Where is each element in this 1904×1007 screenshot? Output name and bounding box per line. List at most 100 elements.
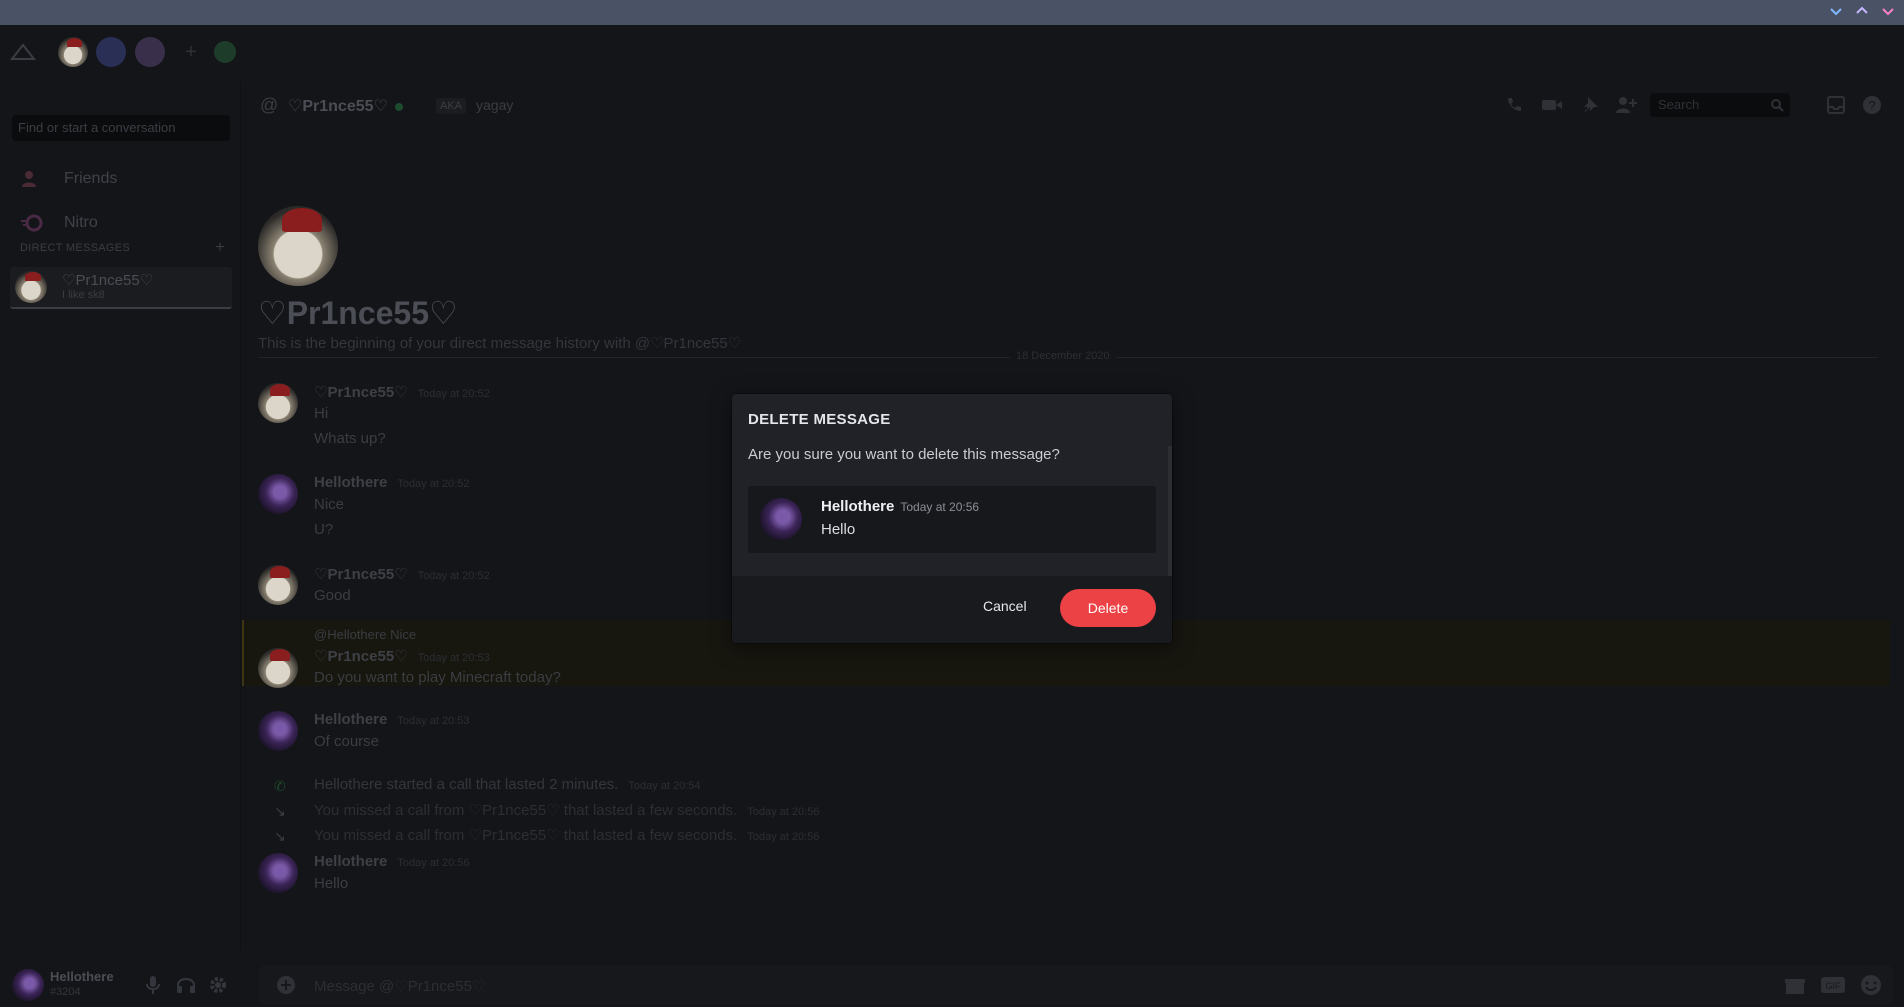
add-server-icon[interactable]: + bbox=[176, 37, 206, 67]
maximize-icon[interactable] bbox=[1854, 3, 1870, 19]
message-author[interactable]: Hellothere Today at 20:53 bbox=[314, 711, 470, 728]
date-divider: 18 December 2020 bbox=[1010, 350, 1116, 362]
username: Hellothere bbox=[50, 969, 114, 984]
message-author[interactable]: Hellothere Today at 20:56 bbox=[314, 853, 470, 870]
create-dm-icon[interactable]: + bbox=[215, 240, 225, 256]
message-text: Hi bbox=[314, 405, 329, 422]
message-input-placeholder: Message @♡Pr1nce55♡ bbox=[314, 978, 486, 995]
pin-icon[interactable] bbox=[1580, 95, 1600, 115]
avatar bbox=[760, 498, 802, 540]
dm-status: I like sk8 bbox=[62, 289, 105, 301]
message-author[interactable]: ♡Pr1nce55♡ Today at 20:53 bbox=[314, 647, 490, 665]
dm-section-header: DIRECT MESSAGES + bbox=[20, 240, 225, 256]
window-titlebar bbox=[0, 0, 1904, 25]
settings-gear-icon[interactable] bbox=[208, 975, 228, 995]
message-text: Nice bbox=[314, 496, 345, 513]
phone-call-icon[interactable] bbox=[1504, 95, 1524, 115]
avatar bbox=[15, 271, 47, 303]
sidebar-item-nitro[interactable]: Nitro bbox=[20, 211, 98, 235]
channel-header: @ ♡Pr1nce55♡ AKA yagay Search ? bbox=[258, 81, 1904, 131]
message-timestamp: Today at 20:56 bbox=[747, 806, 820, 818]
reply-preview[interactable]: @Hellothere Nice bbox=[314, 627, 416, 642]
attach-plus-icon[interactable] bbox=[276, 975, 296, 995]
intro-title: ♡Pr1nce55♡ bbox=[258, 295, 458, 331]
headphones-icon[interactable] bbox=[176, 975, 196, 995]
svg-text:GIF: GIF bbox=[1826, 981, 1842, 991]
find-conversation-input[interactable]: Find or start a conversation bbox=[12, 115, 230, 141]
avatar bbox=[258, 853, 298, 893]
system-message: Hellothere started a call that lasted 2 … bbox=[314, 776, 701, 793]
preview-author: Hellothere Today at 20:56 bbox=[821, 498, 980, 515]
search-input[interactable]: Search bbox=[1650, 93, 1790, 117]
preview-timestamp: Today at 20:56 bbox=[900, 500, 980, 514]
intro-text: This is the beginning of your direct mes… bbox=[258, 335, 742, 352]
gift-icon[interactable] bbox=[1784, 975, 1806, 995]
message-timestamp: Today at 20:53 bbox=[417, 652, 490, 664]
online-status-icon bbox=[395, 103, 403, 111]
message-text: Whats up? bbox=[314, 430, 386, 447]
minimize-icon[interactable] bbox=[1828, 3, 1844, 19]
missed-call-icon: ↘ bbox=[274, 803, 286, 819]
message-author[interactable]: ♡Pr1nce55♡ Today at 20:52 bbox=[314, 565, 490, 583]
video-call-icon[interactable] bbox=[1541, 95, 1563, 115]
home-icon[interactable] bbox=[8, 37, 38, 67]
message-text: Of course bbox=[314, 733, 380, 750]
message-text: Do you want to play Minecraft today? bbox=[314, 669, 561, 686]
dm-name: ♡Pr1nce55♡ bbox=[62, 272, 154, 289]
avatar bbox=[258, 383, 298, 423]
missed-call-icon: ↘ bbox=[274, 828, 286, 844]
close-icon[interactable] bbox=[1880, 3, 1896, 19]
sidebar-item-friends[interactable]: Friends bbox=[20, 167, 117, 191]
message-author[interactable]: Hellothere Today at 20:52 bbox=[314, 474, 470, 491]
user-panel: Hellothere #3204 bbox=[0, 965, 240, 1007]
dm-item[interactable]: ♡Pr1nce55♡ I like sk8 bbox=[10, 267, 232, 309]
user-tag: #3204 bbox=[50, 986, 81, 998]
add-friend-icon[interactable] bbox=[1615, 95, 1637, 115]
dialog-title: DELETE MESSAGE bbox=[748, 411, 891, 428]
message-timestamp: Today at 20:56 bbox=[397, 857, 470, 869]
dialog-body: Are you sure you want to delete this mes… bbox=[748, 446, 1060, 463]
delete-message-dialog: DELETE MESSAGE Are you sure you want to … bbox=[732, 394, 1172, 643]
friends-icon bbox=[22, 171, 36, 187]
message-timestamp: Today at 20:56 bbox=[747, 831, 820, 843]
sidebar-item-label: Nitro bbox=[64, 214, 98, 231]
message-text: Good bbox=[314, 587, 351, 604]
system-message: You missed a call from ♡Pr1nce55♡ that l… bbox=[314, 827, 820, 844]
explore-icon[interactable] bbox=[214, 41, 236, 63]
avatar bbox=[258, 474, 298, 514]
avatar bbox=[258, 565, 298, 605]
message-timestamp: Today at 20:52 bbox=[397, 478, 470, 490]
emoji-icon[interactable] bbox=[1860, 974, 1882, 996]
avatar bbox=[258, 648, 298, 688]
message-timestamp: Today at 20:52 bbox=[417, 570, 490, 582]
svg-text:?: ? bbox=[1868, 98, 1875, 113]
inbox-icon[interactable] bbox=[1826, 95, 1846, 115]
cancel-button[interactable]: Cancel bbox=[977, 597, 1033, 615]
message-timestamp: Today at 20:53 bbox=[397, 715, 470, 727]
help-icon[interactable]: ? bbox=[1862, 95, 1882, 115]
gif-icon[interactable]: GIF bbox=[1820, 975, 1846, 995]
dm-header-label: DIRECT MESSAGES bbox=[20, 242, 131, 254]
dialog-footer: Cancel Delete bbox=[732, 576, 1172, 643]
message-author[interactable]: ♡Pr1nce55♡ Today at 20:52 bbox=[314, 383, 490, 401]
server-avatar[interactable] bbox=[135, 37, 165, 67]
avatar bbox=[258, 711, 298, 751]
server-avatar[interactable] bbox=[96, 37, 126, 67]
search-placeholder: Search bbox=[1658, 97, 1700, 112]
server-bar: + bbox=[0, 25, 1904, 81]
avatar[interactable] bbox=[12, 969, 44, 1001]
delete-button[interactable]: Delete bbox=[1060, 589, 1156, 627]
dialog-scrollbar[interactable] bbox=[1168, 446, 1172, 576]
aka-badge: AKA bbox=[436, 98, 467, 114]
system-message: You missed a call from ♡Pr1nce55♡ that l… bbox=[314, 802, 820, 819]
search-icon bbox=[1771, 99, 1784, 112]
microphone-icon[interactable] bbox=[146, 975, 160, 995]
sidebar-item-label: Friends bbox=[64, 170, 118, 187]
aka-value: yagay bbox=[476, 97, 514, 113]
server-avatar[interactable] bbox=[58, 37, 88, 67]
dm-sidebar: Find or start a conversation Friends Nit… bbox=[0, 81, 241, 951]
message-text: Hello bbox=[314, 875, 349, 892]
message-text: U? bbox=[314, 521, 334, 538]
message-composer[interactable]: Message @♡Pr1nce55♡ GIF bbox=[258, 965, 1894, 1005]
call-icon: ✆ bbox=[274, 778, 286, 794]
